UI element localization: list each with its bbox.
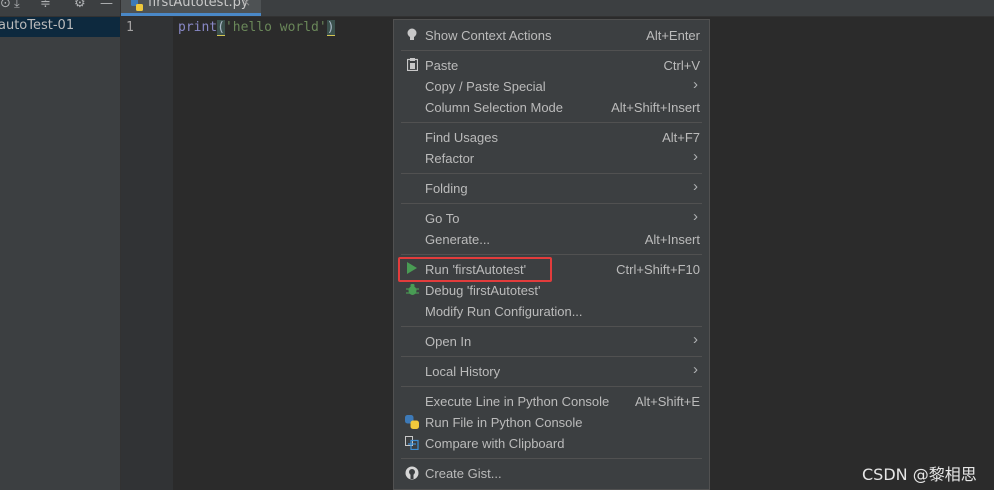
code-string: 'hello world' (224, 20, 327, 35)
python-file-icon (131, 0, 143, 11)
locate-icon[interactable]: ⊙ (0, 0, 11, 11)
collapse-icon[interactable]: ⤓ (14, 0, 20, 11)
tab-close-icon[interactable]: × (241, 0, 251, 9)
menu-item-compare-with-clipboard[interactable]: Compare with Clipboard (394, 433, 709, 454)
line-number: 1 (126, 20, 134, 35)
chevron-right-icon: › (693, 208, 698, 225)
menu-separator (401, 50, 702, 51)
menu-item-modify-run-configuration[interactable]: Modify Run Configuration... (394, 301, 709, 322)
menu-item-show-context-actions[interactable]: Show Context Actions Alt+Enter (394, 25, 709, 46)
code-keyword: print (178, 20, 218, 35)
project-panel: ⊙ ⤓ ≑ ⚙ — autoTest-01 (0, 0, 121, 490)
compare-icon (404, 436, 420, 451)
menu-separator (401, 458, 702, 459)
expand-icon[interactable]: ≑ (40, 0, 51, 11)
minimize-icon[interactable]: — (100, 0, 113, 11)
menu-item-execute-line-python-console[interactable]: Execute Line in Python Console Alt+Shift… (394, 391, 709, 412)
menu-item-run[interactable]: Run 'firstAutotest' Ctrl+Shift+F10 (394, 259, 709, 280)
menu-separator (401, 173, 702, 174)
project-toolbar: ⊙ ⤓ ≑ ⚙ — (0, 0, 120, 17)
editor-tab-bar: firstAutotest.py × (121, 0, 994, 17)
run-icon (404, 262, 420, 277)
code-close-paren: ) (326, 20, 335, 36)
menu-item-copy-paste-special[interactable]: Copy / Paste Special › (394, 76, 709, 97)
menu-item-create-gist[interactable]: Create Gist... (394, 463, 709, 484)
tab-firstautotest[interactable]: firstAutotest.py × (121, 0, 261, 16)
menu-separator (401, 254, 702, 255)
watermark: CSDN @黎相思 (862, 465, 977, 484)
github-icon (404, 466, 420, 481)
bulb-icon (404, 28, 420, 43)
menu-item-refactor[interactable]: Refactor › (394, 148, 709, 169)
clipboard-icon (404, 58, 420, 73)
chevron-right-icon: › (693, 331, 698, 348)
editor-gutter (121, 17, 173, 490)
chevron-right-icon: › (693, 361, 698, 378)
python-icon (404, 415, 420, 430)
context-menu: Show Context Actions Alt+Enter Paste Ctr… (393, 19, 710, 490)
menu-item-local-history[interactable]: Local History › (394, 361, 709, 382)
menu-item-paste[interactable]: Paste Ctrl+V (394, 55, 709, 76)
menu-separator (401, 386, 702, 387)
menu-item-open-in[interactable]: Open In › (394, 331, 709, 352)
code-line[interactable]: print('hello world') (178, 20, 335, 36)
menu-item-go-to[interactable]: Go To › (394, 208, 709, 229)
menu-separator (401, 122, 702, 123)
menu-item-find-usages[interactable]: Find Usages Alt+F7 (394, 127, 709, 148)
project-item-label: autoTest-01 (0, 18, 75, 33)
chevron-right-icon: › (693, 76, 698, 93)
project-tree-item[interactable]: autoTest-01 (0, 17, 120, 37)
debug-icon (404, 283, 420, 298)
menu-item-column-selection-mode[interactable]: Column Selection Mode Alt+Shift+Insert (394, 97, 709, 118)
chevron-right-icon: › (693, 178, 698, 195)
menu-item-run-file-python-console[interactable]: Run File in Python Console (394, 412, 709, 433)
menu-separator (401, 356, 702, 357)
tab-label: firstAutotest.py (148, 0, 249, 10)
menu-separator (401, 326, 702, 327)
menu-item-folding[interactable]: Folding › (394, 178, 709, 199)
code-open-paren: ( (217, 20, 225, 36)
settings-icon[interactable]: ⚙ (74, 0, 86, 11)
menu-item-debug[interactable]: Debug 'firstAutotest' (394, 280, 709, 301)
chevron-right-icon: › (693, 148, 698, 165)
menu-item-generate[interactable]: Generate... Alt+Insert (394, 229, 709, 250)
menu-separator (401, 203, 702, 204)
